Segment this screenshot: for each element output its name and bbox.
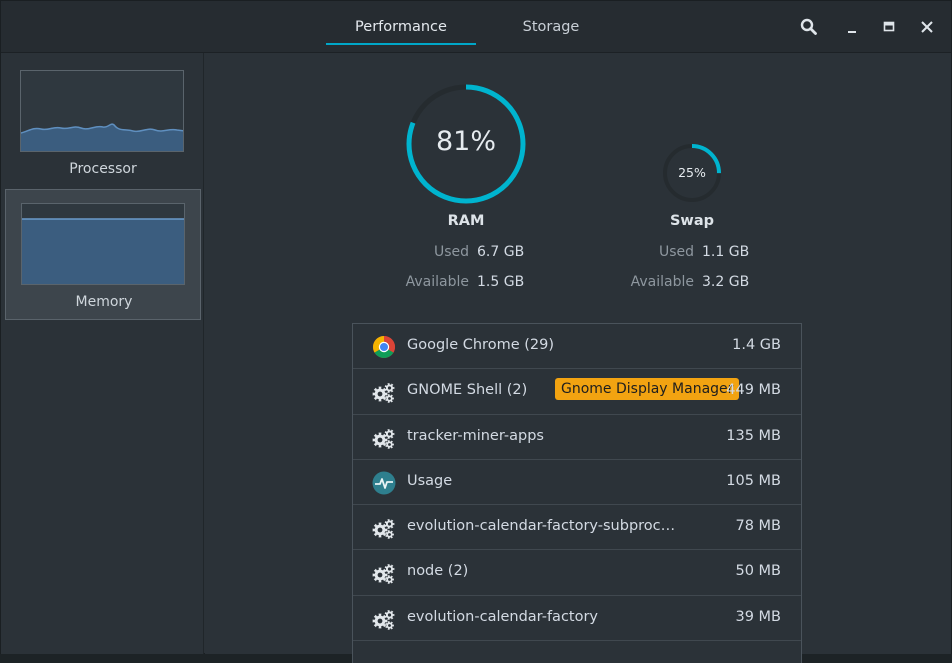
ram-used-value: 6.7 GB bbox=[477, 244, 525, 260]
swap-available-value: 3.2 GB bbox=[702, 274, 750, 290]
gears-icon bbox=[372, 609, 395, 630]
process-name: evolution-calendar-factory-subproc… bbox=[407, 518, 676, 535]
ram-title: RAM bbox=[447, 213, 485, 229]
ram-available-label: Available bbox=[405, 274, 469, 290]
swap-used-label: Used bbox=[658, 244, 694, 260]
process-name: GNOME Shell (2) bbox=[407, 382, 528, 399]
swap-available-label: Available bbox=[630, 274, 694, 290]
ram-percent: 81% bbox=[435, 126, 496, 157]
process-name: node (2) bbox=[407, 563, 469, 580]
header-bar: Performance Storage bbox=[1, 1, 951, 53]
sidebar-item-processor[interactable]: Processor bbox=[5, 57, 201, 188]
process-row[interactable]: node (2) 50 MB bbox=[353, 550, 801, 596]
search-icon bbox=[800, 18, 817, 35]
process-row[interactable]: evolution-calendar-factory 39 MB bbox=[353, 595, 801, 642]
process-name: Usage bbox=[407, 472, 453, 489]
swap-used-value: 1.1 GB bbox=[702, 244, 750, 260]
process-memory: 78 MB bbox=[735, 518, 781, 535]
process-row[interactable]: tracker-miner-apps 135 MB bbox=[353, 414, 801, 460]
ram-available-value: 1.5 GB bbox=[477, 274, 525, 290]
minimize-icon bbox=[848, 31, 856, 33]
process-row[interactable]: Usage 105 MB bbox=[353, 459, 801, 506]
process-row-partial[interactable] bbox=[353, 641, 801, 663]
chrome-icon bbox=[373, 336, 395, 358]
close-button[interactable] bbox=[912, 12, 942, 42]
gears-icon bbox=[372, 383, 395, 404]
gears-icon bbox=[372, 428, 395, 449]
sidebar: Processor Memory bbox=[1, 53, 204, 654]
process-memory: 50 MB bbox=[735, 563, 781, 580]
memory-graph bbox=[21, 203, 185, 285]
sidebar-item-label: Processor bbox=[69, 161, 137, 177]
ram-used-row: Used 6.7 GB bbox=[375, 244, 524, 260]
process-memory: 39 MB bbox=[735, 608, 781, 625]
swap-title: Swap bbox=[669, 213, 714, 229]
swap-used-row: Used 1.1 GB bbox=[600, 244, 749, 260]
process-row[interactable]: evolution-calendar-factory-subproc… 78 M… bbox=[353, 505, 801, 551]
process-name: evolution-calendar-factory bbox=[407, 608, 599, 625]
process-row[interactable]: Google Chrome (29) 1.4 GB bbox=[353, 324, 801, 370]
process-name: Google Chrome (29) bbox=[407, 337, 554, 353]
ram-used-label: Used bbox=[433, 244, 469, 260]
process-list: Google Chrome (29) 1.4 GB GNOME Shell (2… bbox=[352, 323, 802, 663]
sidebar-item-memory[interactable]: Memory bbox=[5, 189, 201, 320]
sidebar-item-label: Memory bbox=[75, 294, 133, 310]
close-icon bbox=[921, 21, 933, 33]
gears-icon bbox=[372, 564, 395, 585]
tooltip: Gnome Display Manager bbox=[555, 378, 740, 401]
tab-performance[interactable]: Performance bbox=[326, 1, 476, 45]
swap-available-row: Available 3.2 GB bbox=[600, 274, 750, 290]
process-memory: 1.4 GB bbox=[732, 337, 781, 353]
maximize-icon bbox=[883, 21, 895, 32]
swap-percent: 25% bbox=[678, 165, 706, 180]
maximize-button[interactable] bbox=[874, 12, 904, 42]
memory-panel: 81% RAM Used 6.7 GB Available 1.5 GB 25% S… bbox=[205, 54, 951, 663]
process-name: tracker-miner-apps bbox=[407, 427, 544, 444]
search-button[interactable] bbox=[794, 12, 824, 42]
process-memory: 105 MB bbox=[726, 472, 781, 489]
process-memory: 135 MB bbox=[726, 427, 781, 444]
processor-graph bbox=[20, 70, 184, 152]
process-row[interactable]: GNOME Shell (2) Gnome Display Manager 44… bbox=[353, 369, 801, 415]
tab-storage[interactable]: Storage bbox=[476, 1, 626, 47]
usage-window: Performance Storage Processor Memory 81%… bbox=[0, 0, 952, 663]
ram-available-row: Available 1.5 GB bbox=[375, 274, 525, 290]
gears-icon bbox=[372, 519, 395, 540]
process-memory: 449 MB bbox=[726, 382, 781, 399]
minimize-button[interactable] bbox=[837, 12, 867, 42]
usage-icon bbox=[372, 471, 396, 495]
